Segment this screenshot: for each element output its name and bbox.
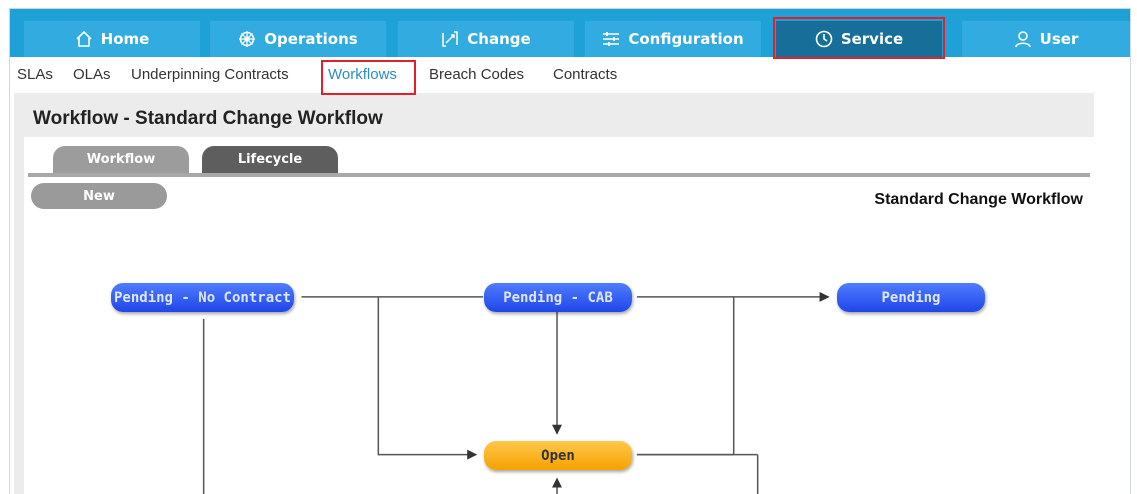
subnav-workflows[interactable]: Workflows — [328, 66, 397, 83]
user-icon — [1014, 31, 1031, 48]
subnav-olas[interactable]: OLAs — [73, 66, 111, 83]
nav-change-label: Change — [467, 30, 531, 48]
tab-divider — [28, 173, 1090, 177]
home-icon — [76, 30, 92, 47]
nav-operations[interactable]: Operations — [210, 21, 386, 57]
subnav-contracts[interactable]: Contracts — [553, 66, 617, 83]
node-pending-no-contract[interactable]: Pending - No Contract — [111, 283, 294, 312]
nav-service[interactable]: Service — [776, 21, 942, 57]
app-frame: Home Operations Change Configuration Ser… — [9, 8, 1131, 494]
subnav-underpinning-contracts[interactable]: Underpinning Contracts — [131, 66, 289, 83]
subnav-slas[interactable]: SLAs — [17, 66, 53, 83]
sliders-icon — [603, 32, 620, 46]
gear-wheel-icon — [239, 31, 256, 47]
nav-user-label: User — [1039, 30, 1079, 48]
node-pending[interactable]: Pending — [837, 283, 985, 312]
nav-change[interactable]: Change — [398, 21, 574, 57]
change-icon — [442, 31, 459, 47]
sub-nav: SLAs OLAs Underpinning Contracts Workflo… — [10, 57, 1130, 93]
nav-home-label: Home — [100, 30, 150, 48]
clock-icon — [815, 30, 833, 48]
nav-home[interactable]: Home — [24, 21, 200, 57]
subnav-breach-codes[interactable]: Breach Codes — [429, 66, 524, 83]
nav-configuration-label: Configuration — [628, 30, 744, 48]
nav-user[interactable]: User — [962, 21, 1130, 57]
page-title: Workflow - Standard Change Workflow — [33, 108, 383, 129]
tab-workflow[interactable]: Workflow — [53, 146, 189, 173]
node-open[interactable]: Open — [484, 441, 632, 470]
nav-operations-label: Operations — [264, 30, 358, 48]
workflow-name: Standard Change Workflow — [874, 191, 1083, 208]
tab-lifecycle[interactable]: Lifecycle — [202, 146, 338, 173]
nav-configuration[interactable]: Configuration — [585, 21, 761, 57]
nav-service-label: Service — [840, 30, 904, 48]
new-button[interactable]: New — [31, 183, 167, 209]
node-pending-cab[interactable]: Pending - CAB — [484, 283, 632, 312]
top-nav: Home Operations Change Configuration Ser… — [10, 9, 1130, 57]
